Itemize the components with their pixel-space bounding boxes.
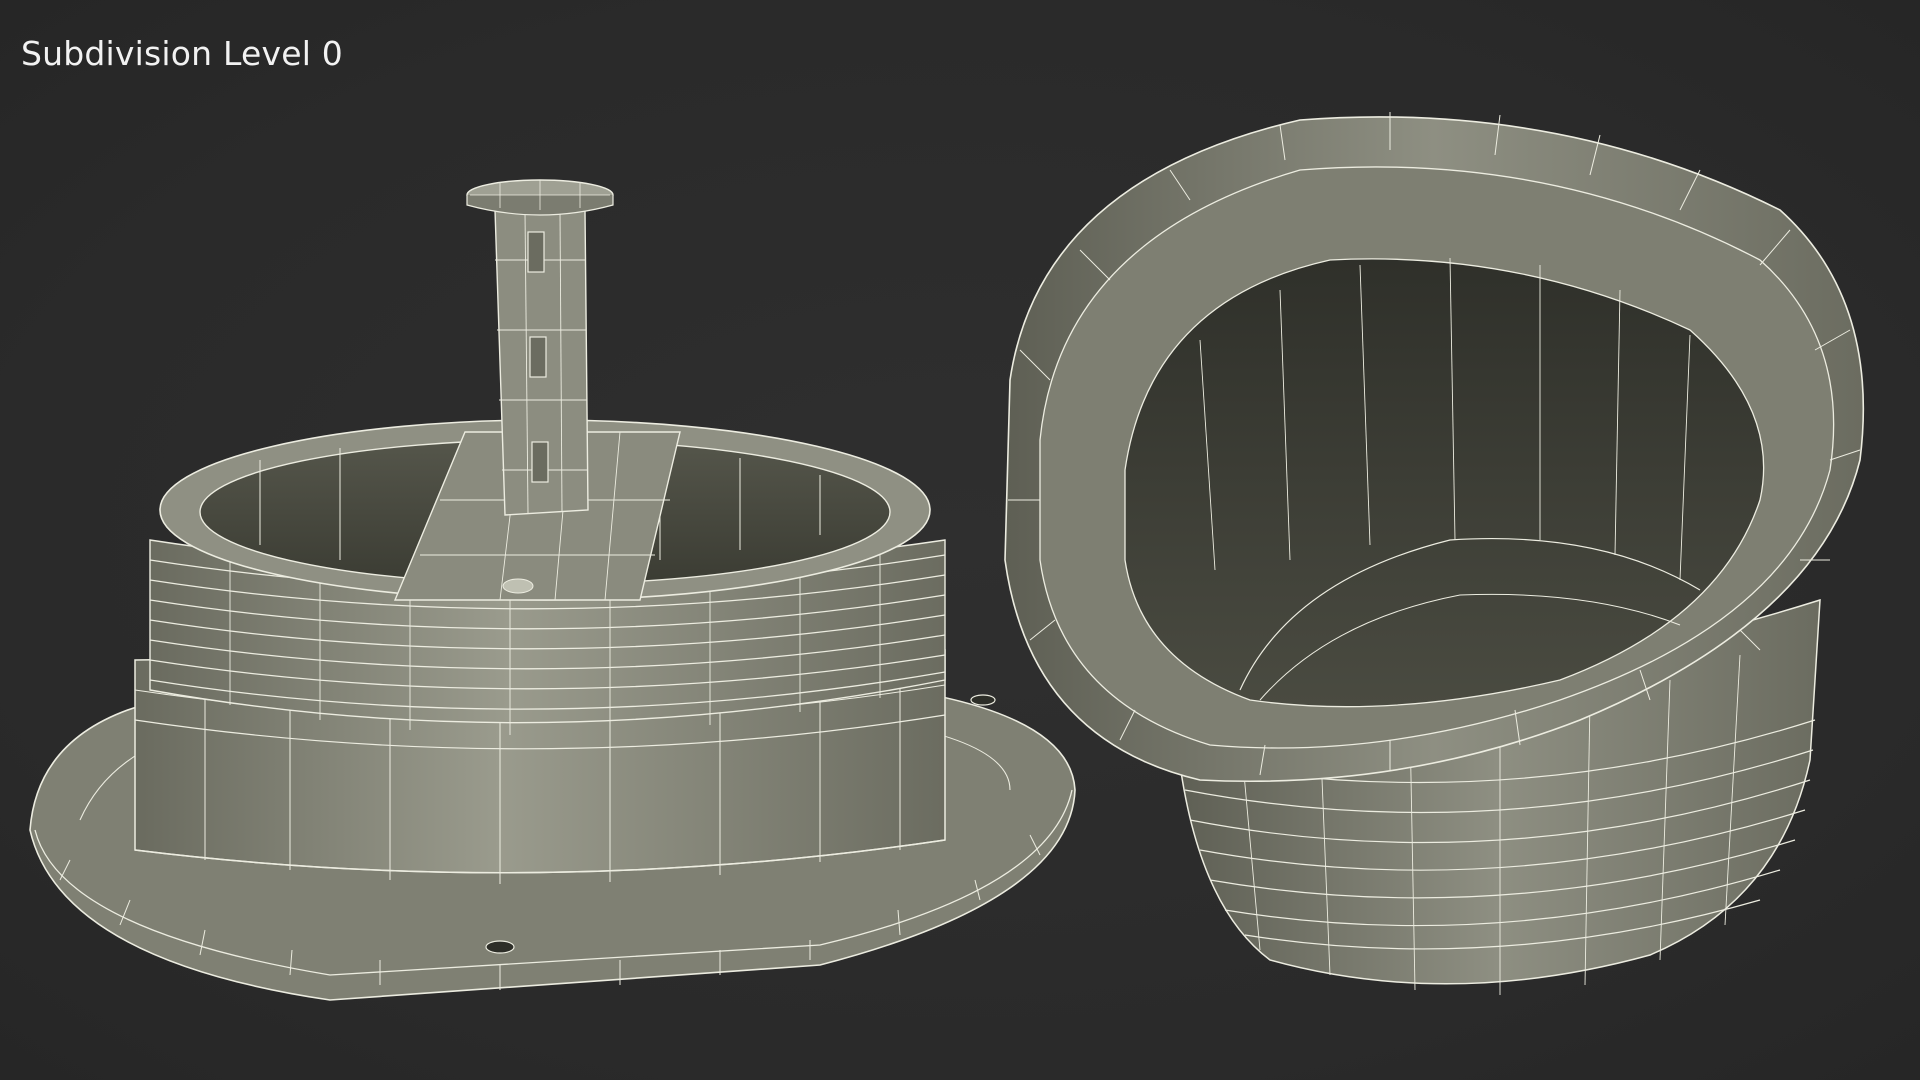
- render-viewport: Subdivision Level 0: [0, 0, 1920, 1080]
- spindle-slot: [527, 231, 545, 273]
- spindle-slot: [531, 441, 549, 483]
- mounting-hole: [485, 940, 515, 954]
- wireframe-render: [29, 112, 1865, 1001]
- threaded-cap-object: [1004, 112, 1865, 995]
- center-screw-head: [502, 578, 534, 594]
- mounting-hole: [970, 694, 996, 706]
- spindle-slot: [529, 336, 547, 378]
- flange-base-object: [29, 179, 1076, 1001]
